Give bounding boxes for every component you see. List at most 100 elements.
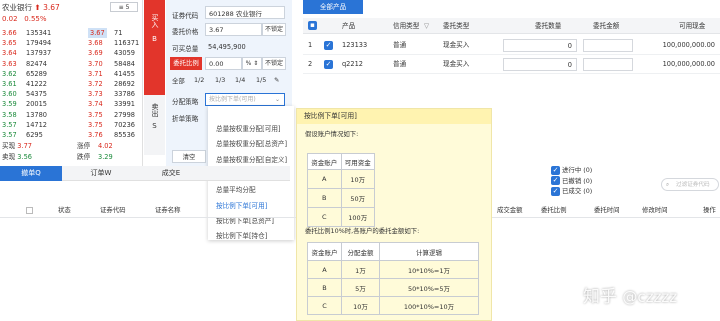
amount-field[interactable] bbox=[583, 39, 633, 52]
fraction-fifth[interactable]: 1/5 bbox=[256, 76, 266, 84]
t1-cell: 10万 bbox=[340, 169, 375, 189]
t1-cell: B bbox=[307, 188, 342, 208]
t2-row: A 1万 10*10%=1万 bbox=[307, 260, 479, 279]
t1-row: B 50万 bbox=[307, 188, 375, 208]
stepper[interactable]: % ⇕ bbox=[242, 57, 262, 70]
tab-cancel[interactable]: 撤单Q bbox=[0, 166, 62, 181]
avail-label: 可买总量 bbox=[172, 45, 199, 53]
all-products-button[interactable]: 全部产品 bbox=[303, 0, 363, 14]
price-label: 委托价格 bbox=[172, 28, 199, 36]
watermark-user: @czzzz bbox=[622, 288, 678, 306]
amount-field[interactable] bbox=[583, 58, 633, 71]
avail-value: 54,495,900 bbox=[208, 43, 246, 51]
filter-icon[interactable]: ▽ bbox=[424, 18, 429, 34]
t2-cell: 10*10%=1万 bbox=[379, 260, 479, 279]
header-checkbox[interactable]: ▪ bbox=[308, 21, 317, 30]
t1-row: C 100万 bbox=[307, 207, 375, 227]
checkbox-checked-icon[interactable]: ✓ bbox=[551, 176, 560, 185]
product-row[interactable]: 2 ✓ q2212 普通 现金买入 0 100,000,000.00 bbox=[303, 55, 720, 74]
security-code-input[interactable] bbox=[205, 6, 285, 19]
qty-mode-label[interactable]: 委托比例 bbox=[170, 57, 202, 70]
fraction-quarter[interactable]: 1/4 bbox=[235, 76, 245, 84]
col-amount: 委托金额 bbox=[593, 22, 620, 30]
strategy-option[interactable]: 总量按权重分配[总资产] bbox=[216, 137, 287, 153]
buy1-label: 买现 bbox=[2, 142, 16, 150]
filter-cancelled: 已撤销 (0) bbox=[562, 176, 593, 185]
accounts-table: 资金账户 可用资金 A 10万 B 50万 C 100万 bbox=[307, 153, 375, 227]
t2-cell: B bbox=[307, 278, 342, 297]
change-pct: 0.55% bbox=[24, 15, 47, 23]
product-name: 123133 bbox=[342, 41, 368, 49]
tooltip-mid: 委托比例10%时,各账户的委托金额如下: bbox=[305, 227, 420, 235]
sell-tab-label: 卖出 bbox=[151, 103, 159, 117]
select-all-checkbox[interactable] bbox=[26, 207, 33, 214]
tab-orders[interactable]: 订单W bbox=[70, 166, 132, 181]
strategy-select[interactable]: 按比例下单(可用) ⌄ bbox=[205, 93, 285, 106]
level-selector[interactable]: ≡ 5 bbox=[110, 2, 138, 12]
buy1-value: 3.77 bbox=[17, 142, 32, 150]
t1-col-account: 资金账户 bbox=[307, 153, 342, 170]
checkbox-checked-icon[interactable]: ✓ bbox=[324, 60, 333, 69]
edit-icon[interactable]: ✎ bbox=[274, 76, 279, 84]
qty-field[interactable]: 0 bbox=[503, 58, 577, 71]
t1-col-cash: 可用资金 bbox=[340, 153, 375, 170]
row-index: 2 bbox=[308, 60, 313, 68]
t2-cell: A bbox=[307, 260, 342, 279]
not-locked-button[interactable]: 不锁定 bbox=[262, 23, 286, 36]
fraction-half[interactable]: 1/2 bbox=[194, 76, 204, 84]
qty-field[interactable]: 0 bbox=[503, 39, 577, 52]
sell1-label: 卖现 bbox=[2, 153, 16, 161]
t2-cell: 5万 bbox=[341, 278, 380, 297]
row-index: 1 bbox=[308, 41, 313, 49]
stock-price: 3.67 bbox=[43, 3, 60, 12]
filter-filled: 已成交 (0) bbox=[562, 187, 593, 195]
strategy-placeholder: 按比例下单(可用) bbox=[209, 96, 256, 103]
t1-cell: 50万 bbox=[340, 188, 375, 208]
available-cash: 100,000,000.00 bbox=[662, 60, 715, 68]
checkbox-checked-icon[interactable]: ✓ bbox=[551, 165, 560, 175]
strategy-tooltip: 按比例下单[可用] 假设账户情况如下: 资金账户 可用资金 A 10万 B 50万 C 10… bbox=[296, 108, 492, 321]
col-product: 产品 bbox=[342, 22, 356, 30]
product-row[interactable]: 1 ✓ 123133 普通 现金买入 0 100,000,000.00 bbox=[303, 36, 720, 55]
search-input[interactable]: ⌕ 过滤证券代码 bbox=[661, 178, 719, 191]
buy-side-tab[interactable]: 买入 B bbox=[144, 0, 165, 95]
tooltip-title: 按比例下单[可用] bbox=[297, 109, 491, 124]
tab-trades[interactable]: 成交E bbox=[140, 166, 202, 181]
col-cash: 可用现金 bbox=[679, 22, 706, 30]
limit-up-value: 4.02 bbox=[98, 142, 113, 150]
limit-down-label: 跌停 bbox=[77, 153, 91, 161]
t2-col-amount: 分配金额 bbox=[341, 242, 380, 261]
strategy-option[interactable]: 总量按权重分配[可用] bbox=[216, 122, 281, 138]
credit-type: 普通 bbox=[393, 60, 407, 68]
t1-row: A 10万 bbox=[307, 169, 375, 189]
credit-type: 普通 bbox=[393, 41, 407, 49]
t2-row: B 5万 50*10%=5万 bbox=[307, 278, 479, 297]
col-ratio: 委托比例 bbox=[541, 206, 567, 214]
sell-side-tab[interactable]: 卖出 S bbox=[144, 95, 165, 155]
clear-button[interactable]: 清空 bbox=[172, 150, 206, 163]
t2-cell: 10万 bbox=[341, 296, 380, 315]
qty-input[interactable] bbox=[205, 57, 242, 70]
strategy-option[interactable]: 总量平均分配 bbox=[216, 183, 256, 199]
stock-change: 0.02 0.55% bbox=[2, 15, 47, 23]
checkbox-checked-icon[interactable]: ✓ bbox=[324, 41, 333, 50]
buy-hotkey: B bbox=[152, 35, 157, 43]
t1-cell: A bbox=[307, 169, 342, 189]
stepper-icon: ⇕ bbox=[253, 60, 259, 67]
fraction-third[interactable]: 1/3 bbox=[215, 76, 225, 84]
quote-row[interactable]: 3.57 6295 3.76 85536 bbox=[2, 129, 140, 141]
t1-cell: 100万 bbox=[340, 207, 375, 227]
fraction-row: 全部 1/2 1/3 1/4 1/5 ✎ bbox=[172, 76, 290, 88]
t2-col-account: 资金账户 bbox=[307, 242, 342, 261]
fraction-all[interactable]: 全部 bbox=[172, 76, 185, 85]
pct-sign: % bbox=[245, 60, 252, 67]
sell-hotkey: S bbox=[152, 122, 157, 130]
checkbox-checked-icon[interactable]: ✓ bbox=[551, 186, 560, 196]
col-qty: 委托数量 bbox=[535, 22, 562, 30]
strategy-option[interactable]: 按比例下单[持仓] bbox=[216, 229, 267, 245]
qty-not-locked-button[interactable]: 不锁定 bbox=[262, 57, 286, 70]
level-value: 5 bbox=[125, 4, 130, 11]
price-input[interactable] bbox=[205, 23, 262, 36]
sell1-value: 3.56 bbox=[17, 153, 32, 161]
allocation-table: 资金账户 分配金额 计算逻辑 A 1万 10*10%=1万 B 5万 50*10%=5万 C 10… bbox=[307, 242, 479, 315]
